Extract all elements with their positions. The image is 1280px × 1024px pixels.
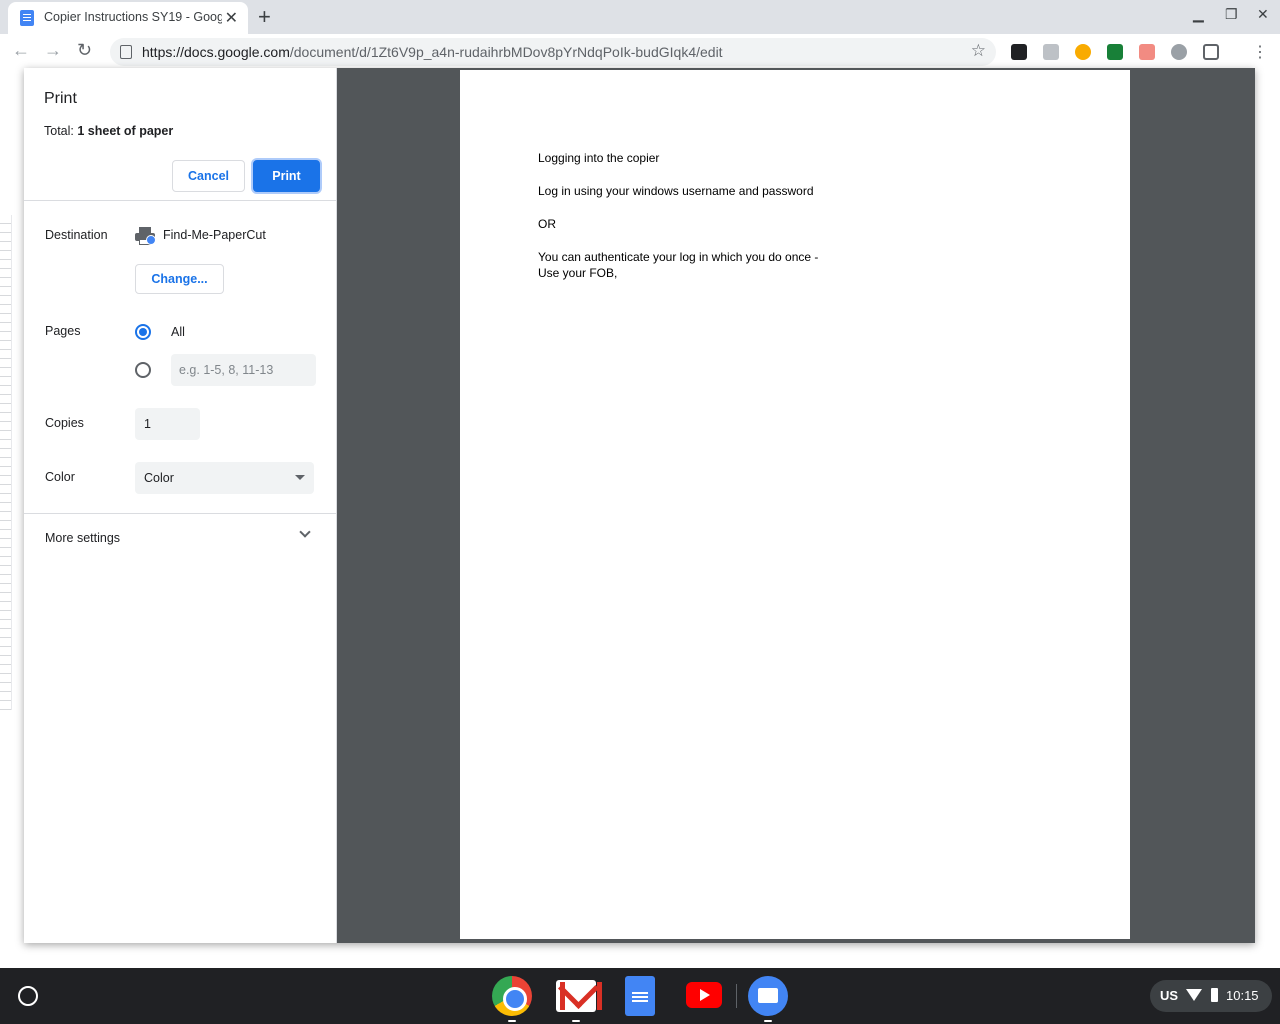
- copies-label: Copies: [45, 416, 84, 430]
- input-method-label: US: [1160, 988, 1179, 1003]
- pages-custom-radio[interactable]: [135, 362, 151, 378]
- preview-page: Logging into the copier Log in using you…: [460, 70, 1130, 939]
- address-bar[interactable]: https://docs.google.com/document/d/1Zt6V…: [110, 38, 996, 66]
- running-indicator: [508, 1020, 516, 1022]
- back-icon[interactable]: ←: [12, 40, 30, 61]
- url-host: https://docs.google.com: [142, 44, 290, 60]
- browser-menu-icon[interactable]: ⋮: [1252, 42, 1268, 62]
- close-tab-icon[interactable]: ✕: [225, 8, 238, 28]
- pages-range-input[interactable]: [171, 354, 316, 386]
- tab-title: Copier Instructions SY19 - Googl: [44, 10, 222, 24]
- total-summary: Total: 1 sheet of paper: [44, 124, 173, 138]
- preview-line: Logging into the copier: [538, 151, 660, 165]
- preview-line: Log in using your windows username and p…: [538, 184, 814, 198]
- total-label: Total:: [44, 124, 74, 138]
- preview-line: Use your FOB,: [538, 266, 618, 280]
- cancel-button[interactable]: Cancel: [172, 160, 245, 192]
- pages-label: Pages: [45, 324, 81, 338]
- extension-copy-icon[interactable]: [1043, 44, 1059, 60]
- extension-cast-icon[interactable]: [1107, 44, 1123, 60]
- wifi-icon: [1186, 989, 1202, 1001]
- running-indicator: [572, 1020, 580, 1022]
- print-preview-area: Logging into the copier Log in using you…: [337, 68, 1255, 943]
- more-settings-label: More settings: [45, 531, 121, 545]
- change-destination-button[interactable]: Change...: [135, 264, 224, 294]
- print-title: Print: [44, 90, 77, 107]
- launcher-icon[interactable]: [18, 986, 38, 1006]
- pages-all-label[interactable]: All: [171, 325, 185, 339]
- minimize-icon[interactable]: ▁: [1193, 6, 1204, 23]
- destination-value: Find-Me-PaperCut: [163, 228, 266, 242]
- new-tab-icon[interactable]: +: [258, 4, 271, 30]
- docs-vertical-ruler: [0, 215, 12, 710]
- files-app-icon[interactable]: [748, 976, 788, 1016]
- youtube-app-icon[interactable]: [686, 982, 722, 1008]
- tab-strip: Copier Instructions SY19 - Googl ✕ + ▁ ❐…: [0, 0, 1280, 34]
- print-button[interactable]: Print: [253, 160, 320, 192]
- forward-icon[interactable]: →: [44, 40, 62, 61]
- shelf-separator: [736, 984, 737, 1008]
- copies-input[interactable]: [135, 408, 200, 440]
- reload-icon[interactable]: ↻: [77, 40, 92, 61]
- close-window-icon[interactable]: ✕: [1257, 6, 1269, 23]
- extension-on-icon[interactable]: [1075, 44, 1091, 60]
- destination-label: Destination: [45, 228, 108, 242]
- header-divider: [24, 200, 336, 201]
- extension-red-icon[interactable]: [1139, 44, 1155, 60]
- status-tray[interactable]: US 10:15: [1150, 980, 1272, 1012]
- chevron-down-icon: [299, 526, 311, 538]
- color-select[interactable]: Color: [135, 462, 314, 494]
- url-path: /document/d/1Zt6V9p_a4n-rudaihrbMDov8pYr…: [289, 44, 723, 60]
- more-settings-toggle[interactable]: More settings: [24, 514, 336, 562]
- running-indicator: [764, 1020, 772, 1022]
- print-settings-panel: Print Total: 1 sheet of paper Cancel Pri…: [24, 68, 337, 943]
- preview-line: OR: [538, 217, 556, 231]
- total-value: 1 sheet of paper: [77, 124, 174, 138]
- docs-app-icon[interactable]: [625, 976, 655, 1016]
- clock: 10:15: [1226, 988, 1259, 1003]
- color-select-value: Color: [144, 471, 174, 485]
- preview-line: You can authenticate your log in which y…: [538, 250, 819, 264]
- cast-icon[interactable]: [1203, 44, 1219, 60]
- shelf: US 10:15: [0, 968, 1280, 1024]
- site-info-icon[interactable]: [120, 45, 132, 59]
- extension-grey-icon[interactable]: [1171, 44, 1187, 60]
- restore-icon[interactable]: ❐: [1225, 6, 1238, 23]
- url-text: https://docs.google.com/document/d/1Zt6V…: [142, 44, 723, 60]
- docs-favicon-icon: [20, 10, 34, 26]
- battery-icon: [1211, 988, 1218, 1002]
- pages-all-radio[interactable]: [135, 324, 151, 340]
- bookmark-star-icon[interactable]: ☆: [971, 41, 986, 61]
- tab-docs[interactable]: Copier Instructions SY19 - Googl ✕: [8, 2, 248, 34]
- print-dialog: Print Total: 1 sheet of paper Cancel Pri…: [24, 68, 1255, 943]
- printer-icon: [135, 227, 156, 245]
- extension-screencast-icon[interactable]: [1011, 44, 1027, 60]
- dropdown-arrow-icon: [295, 475, 305, 480]
- chrome-app-icon[interactable]: [492, 976, 532, 1016]
- color-label: Color: [45, 470, 75, 484]
- gmail-app-icon[interactable]: [556, 980, 602, 1012]
- browser-toolbar: ← → ↻ https://docs.google.com/document/d…: [0, 34, 1280, 70]
